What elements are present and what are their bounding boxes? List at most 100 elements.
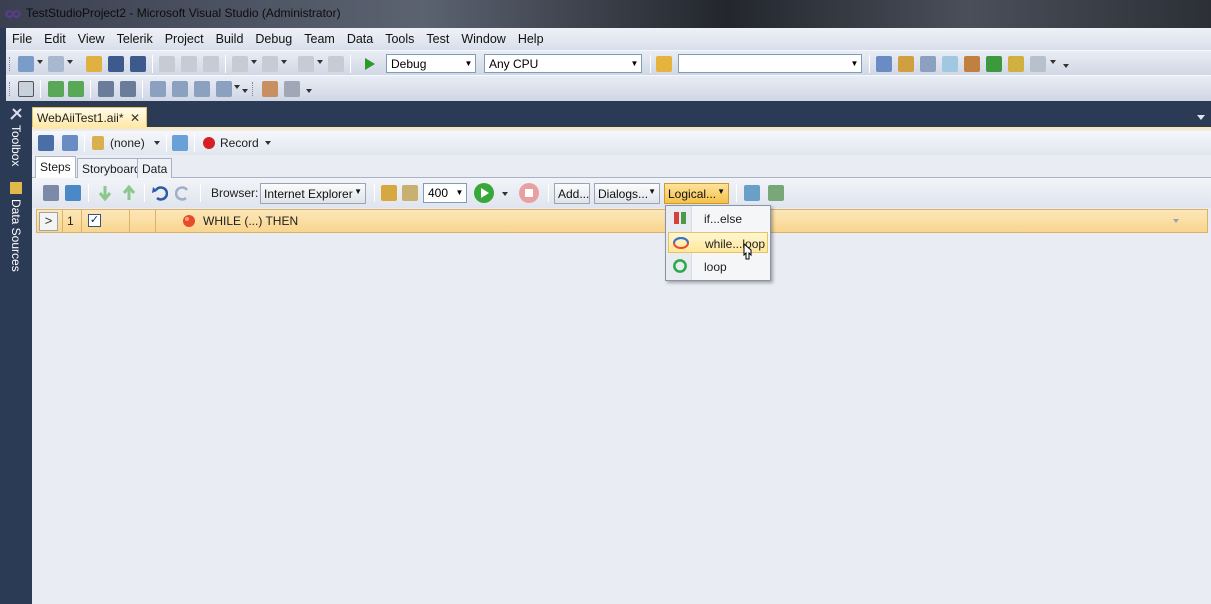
chevron-down-icon[interactable]: ▼ — [462, 55, 475, 72]
new-test-icon[interactable] — [150, 81, 166, 97]
menu-file[interactable]: File — [6, 32, 38, 46]
menu-item-while-loop[interactable]: while...loop — [668, 232, 768, 253]
copy-step-icon[interactable] — [65, 185, 81, 201]
menu-data[interactable]: Data — [341, 32, 379, 46]
step-into-icon[interactable] — [48, 81, 64, 97]
step-over-icon[interactable] — [68, 81, 84, 97]
properties-icon[interactable] — [920, 56, 936, 72]
menu-help[interactable]: Help — [512, 32, 550, 46]
document-icon[interactable] — [18, 81, 34, 97]
chevron-down-icon[interactable]: ▼ — [717, 187, 725, 196]
navigate-back-icon[interactable] — [298, 56, 314, 72]
toolbox-tab[interactable]: Toolbox — [9, 125, 23, 166]
start-debugging-icon[interactable] — [364, 57, 376, 71]
menu-item-loop[interactable]: loop — [668, 256, 768, 277]
test-as-step-icon[interactable] — [768, 185, 784, 201]
tab-overflow-icon[interactable] — [1197, 115, 1205, 120]
chevron-down-icon[interactable]: ▼ — [453, 184, 466, 202]
dialogs-button[interactable]: Dialogs... ▼ — [594, 183, 660, 204]
toolbox-icon[interactable] — [9, 107, 23, 121]
toolbar-grip[interactable] — [9, 82, 12, 96]
chevron-down-icon[interactable] — [1173, 219, 1179, 223]
browser-selection[interactable]: (none) — [110, 136, 145, 150]
extension-manager-icon[interactable] — [1008, 56, 1024, 72]
logical-button[interactable]: Logical... ▼ — [664, 183, 729, 204]
stop-icon[interactable] — [518, 182, 540, 204]
delete-step-icon[interactable] — [43, 185, 59, 201]
toolbar-grip[interactable] — [252, 82, 255, 96]
undo-icon[interactable] — [152, 185, 168, 201]
chevron-down-icon[interactable] — [502, 192, 508, 196]
gear-icon[interactable] — [284, 81, 300, 97]
redo-icon[interactable] — [262, 56, 278, 72]
chevron-down-icon[interactable] — [251, 60, 257, 64]
undo-icon[interactable] — [232, 56, 248, 72]
chevron-down-icon[interactable]: ▼ — [628, 55, 641, 72]
toolbar-grip[interactable] — [9, 57, 12, 71]
menu-project[interactable]: Project — [159, 32, 210, 46]
toolbar-options-icon[interactable] — [1063, 64, 1069, 68]
cut-icon[interactable] — [159, 56, 175, 72]
find-input[interactable]: ▼ — [678, 54, 862, 73]
chevron-down-icon[interactable] — [154, 141, 160, 145]
tab-storyboard[interactable]: Storyboard — [77, 158, 146, 178]
chevron-down-icon[interactable] — [1050, 60, 1056, 64]
test-results-icon[interactable] — [194, 81, 210, 97]
toolbar-options-icon[interactable] — [242, 89, 248, 93]
save-all-icon[interactable] — [130, 56, 146, 72]
add-button[interactable]: Add... — [554, 183, 590, 204]
project-settings-icon[interactable] — [262, 81, 278, 97]
data-sources-tab[interactable]: Data Sources — [9, 199, 23, 272]
chevron-down-icon[interactable]: ▼ — [354, 187, 362, 196]
chevron-down-icon[interactable]: ▼ — [848, 55, 861, 72]
command-window-icon[interactable] — [1030, 56, 1046, 72]
test-properties-icon[interactable] — [38, 135, 54, 151]
menu-build[interactable]: Build — [210, 32, 250, 46]
new-project-icon[interactable] — [18, 56, 34, 72]
chevron-down-icon[interactable] — [317, 60, 323, 64]
menu-tools[interactable]: Tools — [379, 32, 420, 46]
speed-icon[interactable] — [402, 185, 418, 201]
save-icon[interactable] — [108, 56, 124, 72]
copy-icon[interactable] — [181, 56, 197, 72]
document-tab[interactable]: WebAiiTest1.aii* ✕ — [32, 107, 147, 128]
move-down-icon[interactable] — [98, 185, 112, 201]
recorder-icon[interactable] — [744, 185, 760, 201]
tab-steps[interactable]: Steps — [35, 156, 76, 179]
solution-configuration-dropdown[interactable]: Debug ▼ — [386, 54, 476, 73]
menu-telerik[interactable]: Telerik — [111, 32, 159, 46]
run-icon[interactable] — [473, 182, 495, 204]
open-file-icon[interactable] — [86, 56, 102, 72]
menu-item-if-else[interactable]: if...else — [668, 208, 768, 229]
highlight-element-icon[interactable] — [381, 185, 397, 201]
chevron-down-icon[interactable] — [67, 60, 73, 64]
paste-icon[interactable] — [203, 56, 219, 72]
start-page-icon[interactable] — [986, 56, 1002, 72]
record-button[interactable]: Record — [220, 136, 259, 150]
browser-icon[interactable] — [92, 136, 104, 150]
test-list-icon[interactable] — [172, 81, 188, 97]
find-icon[interactable] — [876, 56, 892, 72]
record-icon[interactable] — [202, 136, 216, 150]
expand-step-button[interactable]: > — [39, 212, 58, 231]
add-item-icon[interactable] — [48, 56, 64, 72]
move-up-icon[interactable] — [122, 185, 136, 201]
speed-input[interactable]: 400 ▼ — [423, 183, 467, 203]
toolbox-icon[interactable] — [964, 56, 980, 72]
navigate-forward-icon[interactable] — [328, 56, 344, 72]
menu-debug[interactable]: Debug — [249, 32, 298, 46]
redo-icon[interactable] — [175, 185, 191, 201]
menu-team[interactable]: Team — [298, 32, 341, 46]
run-test-icon[interactable] — [120, 81, 136, 97]
close-icon[interactable]: ✕ — [130, 111, 140, 125]
table-row[interactable]: > 1 ✓ WHILE (...) THEN — [36, 209, 1208, 233]
test-settings-icon[interactable] — [216, 81, 232, 97]
menu-test[interactable]: Test — [420, 32, 455, 46]
toolbar-options-icon[interactable] — [306, 89, 312, 93]
sync-icon[interactable] — [172, 135, 188, 151]
solution-platform-dropdown[interactable]: Any CPU ▼ — [484, 54, 642, 73]
test-explorer-icon[interactable] — [62, 135, 78, 151]
solution-explorer-icon[interactable] — [898, 56, 914, 72]
chevron-down-icon[interactable] — [281, 60, 287, 64]
data-sources-icon[interactable] — [9, 181, 23, 195]
